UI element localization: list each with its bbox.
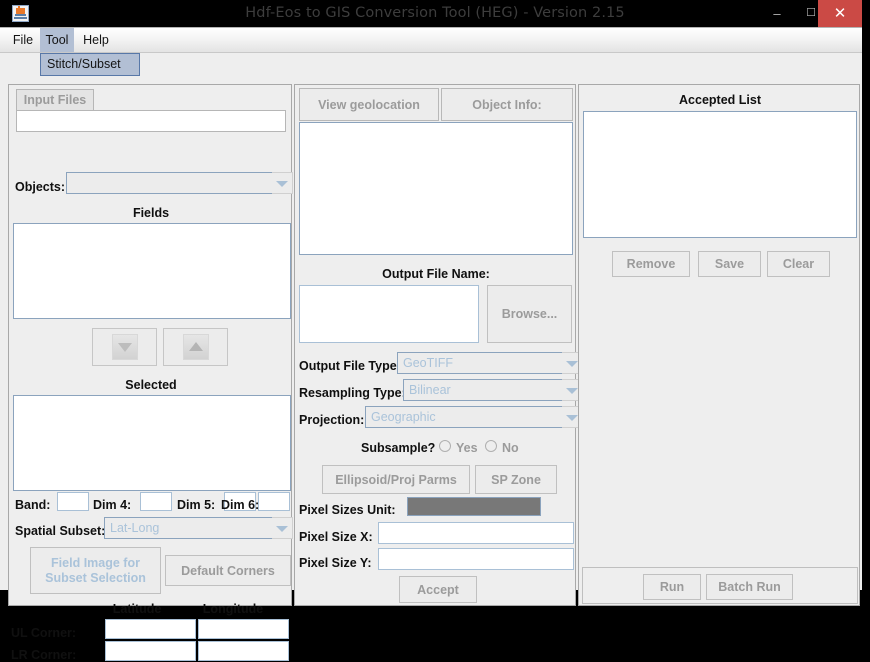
latitude-header: Latitude — [112, 602, 162, 616]
default-corners-button[interactable]: Default Corners — [165, 555, 291, 586]
pixel-size-y-label: Pixel Size Y: — [299, 556, 372, 570]
pixel-size-x-input[interactable] — [378, 522, 574, 544]
move-up-button[interactable] — [163, 328, 228, 366]
spatial-subset-label: Spatial Subset: — [15, 524, 106, 538]
object-info-button[interactable]: Object Info: — [441, 88, 573, 121]
menu-help[interactable]: Help — [78, 28, 114, 52]
subsample-no-radio[interactable] — [485, 440, 497, 452]
save-button[interactable]: Save — [698, 251, 761, 277]
window-title: Hdf-Eos to GIS Conversion Tool (HEG) - V… — [245, 5, 625, 21]
output-file-type-label: Output File Type: — [299, 359, 401, 373]
dim6-input[interactable] — [258, 492, 290, 511]
arrow-down-icon — [111, 334, 138, 360]
lr-corner-lon-input[interactable] — [198, 641, 289, 661]
batch-run-button[interactable]: Batch Run — [706, 574, 793, 600]
menu-bar: File Tool Help — [0, 28, 862, 53]
ul-corner-lat-input[interactable] — [105, 619, 196, 639]
output-file-name-label: Output File Name: — [382, 267, 490, 281]
output-file-name-input[interactable] — [299, 285, 479, 343]
close-button[interactable]: ✕ — [818, 0, 862, 27]
minimize-button[interactable]: – — [760, 0, 794, 27]
band-input[interactable] — [57, 492, 89, 511]
lr-corner-lat-input[interactable] — [105, 641, 196, 661]
field-image-line2: Subset Selection — [45, 570, 146, 585]
projection-combo[interactable]: Geographic — [365, 406, 563, 428]
spatial-subset-combo[interactable]: Lat-Long — [104, 517, 273, 539]
tab-body-top — [16, 110, 286, 132]
lr-corner-label: LR Corner: — [11, 648, 77, 662]
objects-combo[interactable] — [66, 172, 273, 194]
accepted-listbox[interactable] — [583, 111, 857, 238]
output-file-type-combo[interactable]: GeoTIFF — [397, 352, 563, 374]
chevron-down-icon-spatial-subset[interactable] — [272, 517, 293, 539]
dim4-input[interactable] — [140, 492, 172, 511]
ul-corner-lon-input[interactable] — [198, 619, 289, 639]
subsample-label: Subsample? — [361, 441, 436, 455]
view-geolocation-button[interactable]: View geolocation — [299, 88, 439, 121]
accepted-list-header: Accepted List — [679, 93, 761, 107]
accepted-list-panel: Accepted List Remove Save Clear Run Batc… — [578, 84, 860, 606]
pixel-sizes-unit-field[interactable] — [407, 497, 541, 516]
fields-header: Fields — [132, 206, 170, 220]
field-image-subset-button[interactable]: Field Image for Subset Selection — [30, 547, 161, 594]
clear-button[interactable]: Clear — [767, 251, 830, 277]
application-window: Hdf-Eos to GIS Conversion Tool (HEG) - V… — [0, 0, 870, 661]
projection-label: Projection: — [299, 413, 365, 427]
selected-listbox[interactable] — [13, 395, 291, 491]
tab-input-files[interactable]: Input Files — [16, 89, 94, 111]
menu-tool[interactable]: Tool — [40, 28, 74, 52]
pixel-size-x-label: Pixel Size X: — [299, 530, 373, 544]
tool-menu-popup: Stitch/Subset — [40, 53, 140, 76]
window-body: File Tool Help Input Files Objects: Fiel… — [0, 27, 862, 661]
subsample-yes-label: Yes — [456, 441, 478, 455]
sp-zone-button[interactable]: SP Zone — [475, 465, 557, 494]
fields-listbox[interactable] — [13, 223, 291, 319]
menu-item-stitch-subset[interactable]: Stitch/Subset — [47, 54, 121, 75]
dim5-label: Dim 5: — [177, 498, 216, 512]
dim6-label: Dim 6: — [221, 498, 260, 512]
title-bar: Hdf-Eos to GIS Conversion Tool (HEG) - V… — [0, 0, 870, 27]
subsample-no-label: No — [502, 441, 519, 455]
remove-button[interactable]: Remove — [612, 251, 690, 277]
menu-file[interactable]: File — [8, 28, 38, 52]
ellipsoid-proj-parms-button[interactable]: Ellipsoid/Proj Parms — [322, 465, 470, 494]
field-image-line1: Field Image for — [51, 555, 140, 570]
arrow-up-icon — [182, 334, 209, 360]
object-info-textarea[interactable] — [299, 122, 573, 255]
input-files-panel: Input Files Objects: Fields Selected Ban… — [8, 84, 293, 661]
selected-header: Selected — [125, 378, 177, 392]
dim4-label: Dim 4: — [93, 498, 132, 512]
longitude-header: Longitude — [202, 602, 264, 616]
band-label: Band: — [15, 498, 51, 512]
objects-label: Objects: — [15, 180, 66, 194]
resampling-type-combo[interactable]: Bilinear — [403, 379, 563, 401]
run-button[interactable]: Run — [643, 574, 701, 600]
move-down-button[interactable] — [92, 328, 157, 366]
output-settings-panel: View geolocation Object Info: Output Fil… — [294, 84, 583, 606]
ul-corner-label: UL Corner: — [11, 626, 77, 640]
resampling-type-label: Resampling Type: — [299, 386, 406, 400]
subsample-yes-radio[interactable] — [439, 440, 451, 452]
pixel-sizes-unit-label: Pixel Sizes Unit: — [299, 503, 396, 517]
pixel-size-y-input[interactable] — [378, 548, 574, 570]
browse-button[interactable]: Browse... — [487, 285, 572, 343]
chevron-down-icon-objects[interactable] — [272, 172, 293, 194]
